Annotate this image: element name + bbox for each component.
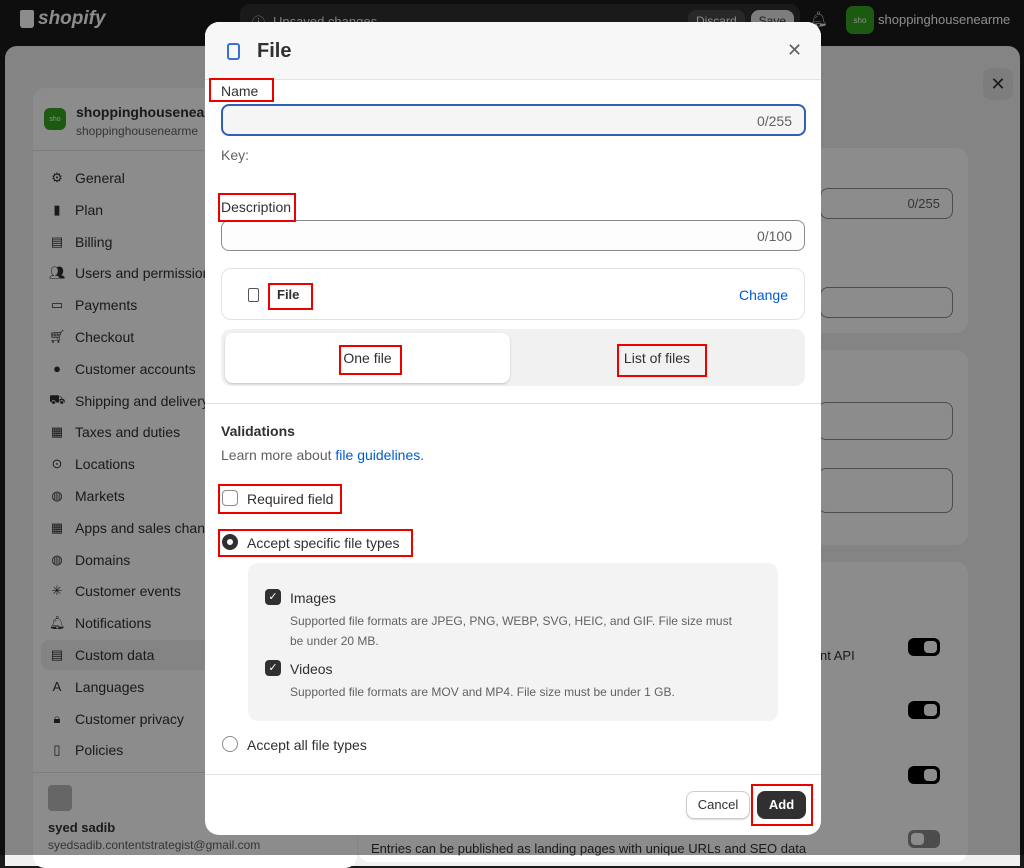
annotation-box <box>268 283 313 310</box>
modal-header <box>205 22 821 80</box>
cancel-button[interactable]: Cancel <box>686 791 750 819</box>
file-type-icon <box>248 288 259 302</box>
file-count-segmented: One file List of files <box>221 329 805 386</box>
images-checkbox[interactable]: ✓ <box>265 589 281 605</box>
learn-more-label: Learn more about <box>221 447 332 463</box>
close-icon[interactable]: ✕ <box>787 40 802 61</box>
file-guidelines-link[interactable]: file guidelines. <box>335 447 424 463</box>
videos-checkbox[interactable]: ✓ <box>265 660 281 676</box>
annotation-box <box>617 344 707 377</box>
file-icon <box>227 43 240 60</box>
annotation-box <box>751 784 813 826</box>
videos-description: Supported file formats are MOV and MP4. … <box>290 685 675 699</box>
description-input[interactable]: 0/100 <box>221 220 805 251</box>
images-description: Supported file formats are JPEG, PNG, WE… <box>290 614 732 628</box>
name-input[interactable]: 0/255 <box>221 104 806 136</box>
accept-all-radio[interactable] <box>222 736 238 752</box>
file-modal: File ✕ Name 0/255 Key: Description 0/100… <box>205 22 821 835</box>
annotation-box <box>218 193 296 222</box>
annotation-box <box>218 484 342 514</box>
learn-more-text: Learn more about file guidelines. <box>221 447 424 463</box>
videos-label: Videos <box>290 661 333 677</box>
accept-all-label: Accept all file types <box>247 737 367 753</box>
annotation-box <box>209 78 274 102</box>
key-label: Key: <box>221 147 250 163</box>
file-types-box: ✓ Images Supported file formats are JPEG… <box>248 563 778 721</box>
change-link[interactable]: Change <box>739 287 788 303</box>
annotation-box <box>218 529 413 557</box>
annotation-box <box>339 345 402 375</box>
images-description: be under 20 MB. <box>290 634 379 648</box>
images-label: Images <box>290 590 336 606</box>
validations-title: Validations <box>221 423 295 439</box>
description-counter: 0/100 <box>756 228 792 244</box>
name-counter: 0/255 <box>756 113 792 129</box>
modal-title: File <box>257 40 292 62</box>
